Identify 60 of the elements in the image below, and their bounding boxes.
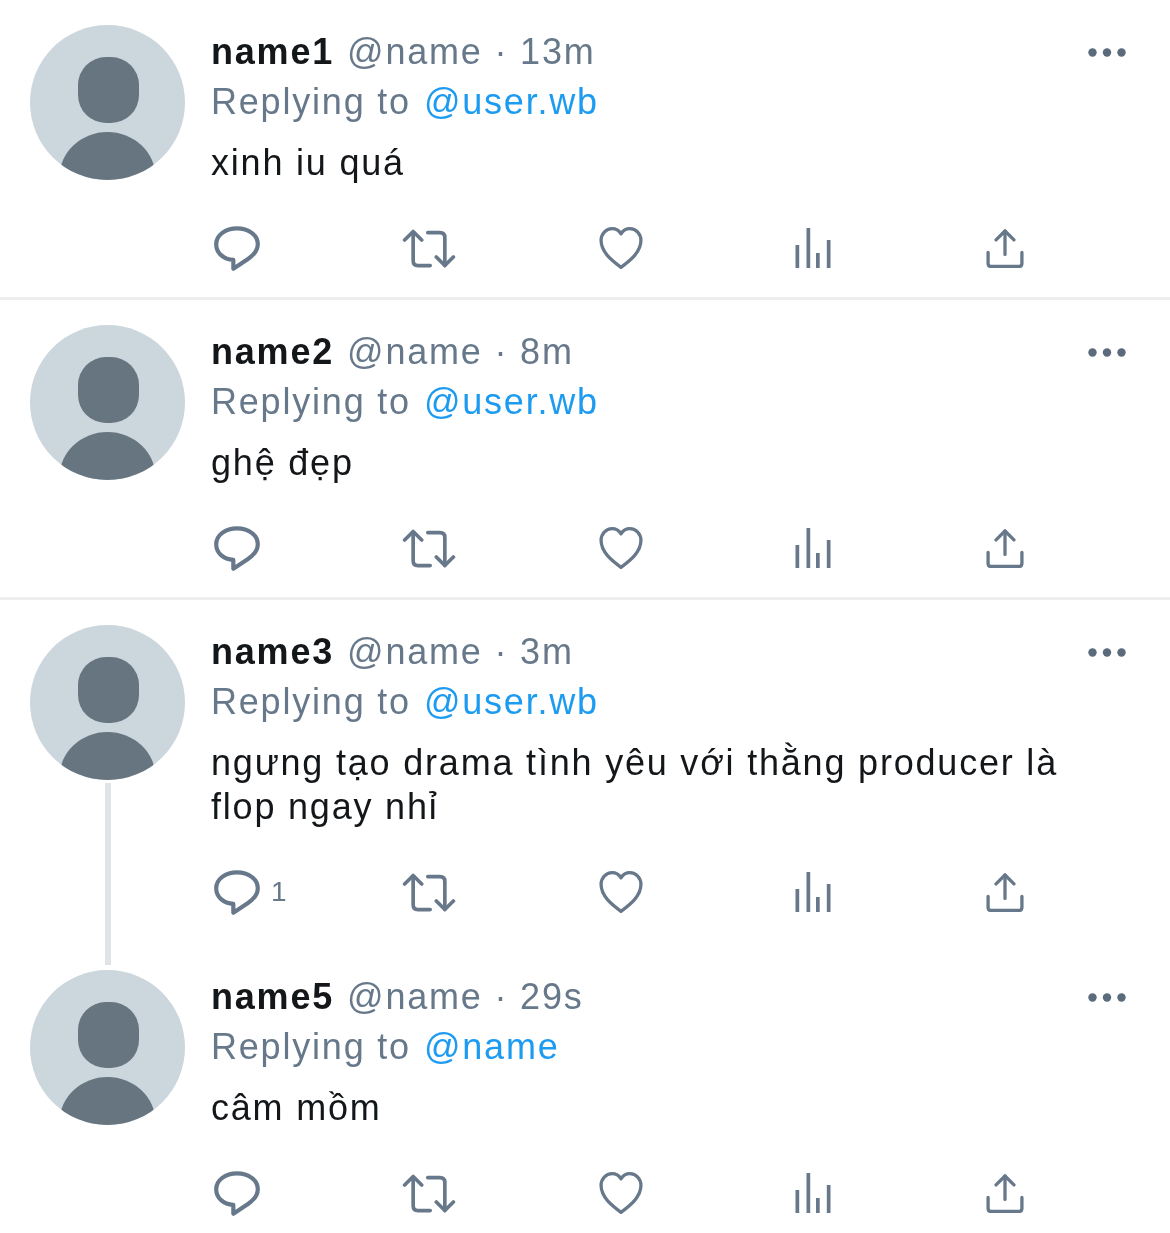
more-options-button[interactable] xyxy=(1088,47,1126,57)
mention-link[interactable]: @user.wb xyxy=(423,77,599,127)
heart-icon xyxy=(599,1172,643,1214)
more-options-button[interactable] xyxy=(1088,992,1126,1002)
handle-and-time: @name · 8m xyxy=(347,330,574,374)
repost-arrows-icon xyxy=(402,528,456,568)
more-options-button[interactable] xyxy=(1088,347,1126,357)
speech-bubble-icon xyxy=(214,225,260,271)
reply-button[interactable]: 1 xyxy=(213,868,287,916)
handle-and-time: @name · 29s xyxy=(347,975,584,1019)
reply-button[interactable] xyxy=(213,224,261,272)
like-button[interactable] xyxy=(597,1169,645,1217)
reply-text: ghệ đẹp xyxy=(211,441,355,485)
speech-bubble-icon xyxy=(214,869,260,915)
replying-to-label: Replying to xyxy=(211,680,411,724)
reply-text: xinh iu quá xyxy=(211,141,406,185)
bar-chart-icon xyxy=(795,528,831,568)
more-options-button[interactable] xyxy=(1088,647,1126,657)
avatar-silhouette-icon xyxy=(30,25,185,180)
replying-to-label: Replying to xyxy=(211,80,411,124)
heart-icon xyxy=(599,871,643,913)
more-dots-icon xyxy=(1088,647,1126,657)
bar-chart-icon xyxy=(795,872,831,912)
more-dots-icon xyxy=(1088,347,1126,357)
replying-to-label: Replying to xyxy=(211,1025,411,1069)
more-dots-icon xyxy=(1088,47,1126,57)
display-name: name2 xyxy=(211,330,335,374)
heart-icon xyxy=(599,227,643,269)
reply-text: câm mồm xyxy=(211,1086,383,1130)
bar-chart-icon xyxy=(795,228,831,268)
reply-button[interactable] xyxy=(213,524,261,572)
like-button[interactable] xyxy=(597,224,645,272)
avatar-silhouette-icon xyxy=(30,625,185,780)
display-name: name3 xyxy=(211,630,335,674)
share-icon xyxy=(986,528,1024,568)
like-button[interactable] xyxy=(597,868,645,916)
display-name: name5 xyxy=(211,975,335,1019)
avatar-silhouette-icon xyxy=(30,325,185,480)
bar-chart-icon xyxy=(795,1173,831,1213)
speech-bubble-icon xyxy=(214,525,260,571)
share-icon xyxy=(986,872,1024,912)
reply-button[interactable] xyxy=(213,1169,261,1217)
more-dots-icon xyxy=(1088,992,1126,1002)
reply-text: ngưng tạo drama tình yêu với thằng producer là flop ngay nhỉ xyxy=(211,741,1059,829)
share-icon xyxy=(986,1173,1024,1213)
repost-arrows-icon xyxy=(402,228,456,268)
like-button[interactable] xyxy=(597,524,645,572)
repost-arrows-icon xyxy=(402,872,456,912)
repost-arrows-icon xyxy=(402,1173,456,1213)
display-name: name1 xyxy=(211,30,335,74)
speech-bubble-icon xyxy=(214,1170,260,1216)
share-icon xyxy=(986,228,1024,268)
mention-link[interactable]: @user.wb xyxy=(423,677,599,727)
handle-and-time: @name · 3m xyxy=(347,630,574,674)
avatar-silhouette-icon xyxy=(30,970,185,1125)
replying-to-label: Replying to xyxy=(211,380,411,424)
mention-link[interactable]: @user.wb xyxy=(423,377,599,427)
mention-link[interactable]: @name xyxy=(423,1022,560,1072)
handle-and-time: @name · 13m xyxy=(347,30,596,74)
heart-icon xyxy=(599,527,643,569)
